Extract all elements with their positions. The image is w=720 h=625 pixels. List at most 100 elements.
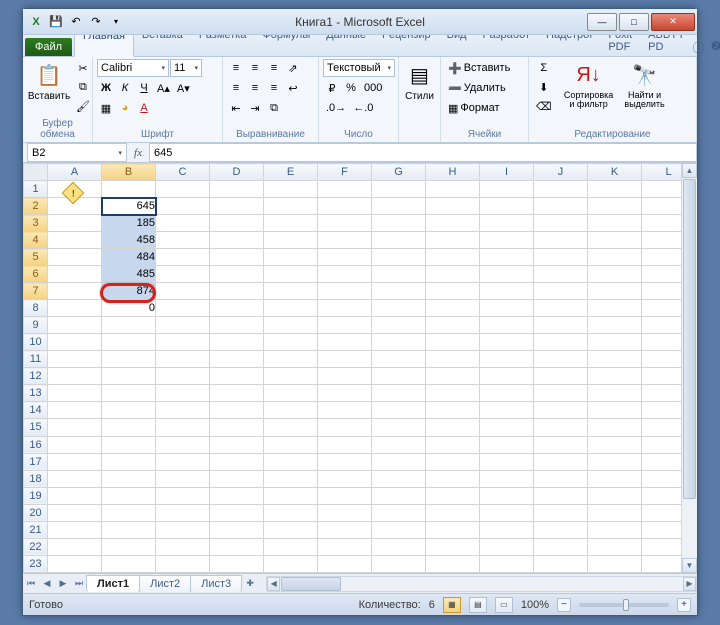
row-header-21[interactable]: 21 [24,521,48,538]
column-header-K[interactable]: K [588,164,642,181]
cell-E16[interactable] [264,436,318,453]
file-tab[interactable]: Файл [25,38,72,56]
column-header-B[interactable]: B [102,164,156,181]
horizontal-scroll-thumb[interactable] [281,577,341,591]
cell-D2[interactable] [210,198,264,215]
cell-F19[interactable] [318,487,372,504]
cell-G21[interactable] [372,521,426,538]
format-painter-icon[interactable]: 🖌 [73,97,93,115]
column-header-I[interactable]: I [480,164,534,181]
cell-G17[interactable] [372,453,426,470]
cell-C18[interactable] [156,470,210,487]
cell-G7[interactable] [372,283,426,300]
cell-D23[interactable] [210,555,264,572]
grow-font-icon[interactable]: A▴ [154,79,173,97]
row-header-1[interactable]: 1 [24,181,48,198]
vertical-scroll-thumb[interactable] [683,179,696,499]
cell-H1[interactable] [426,181,480,198]
cell-B2[interactable]: 645 [102,198,156,215]
cell-K8[interactable] [588,300,642,317]
increase-decimal-icon[interactable]: .0→ [323,99,349,117]
zoom-level[interactable]: 100% [521,599,549,611]
cell-F14[interactable] [318,402,372,419]
cell-J15[interactable] [534,419,588,436]
cell-G12[interactable] [372,368,426,385]
cell-G15[interactable] [372,419,426,436]
cell-C2[interactable] [156,198,210,215]
format-cells-button[interactable]: ▦Формат [445,99,502,117]
cell-J16[interactable] [534,436,588,453]
cell-J9[interactable] [534,317,588,334]
column-header-E[interactable]: E [264,164,318,181]
cell-J6[interactable] [534,266,588,283]
cell-E9[interactable] [264,317,318,334]
cell-A10[interactable] [48,334,102,351]
cell-A21[interactable] [48,521,102,538]
cell-J11[interactable] [534,351,588,368]
cell-F1[interactable] [318,181,372,198]
cell-B19[interactable] [102,487,156,504]
cell-B15[interactable] [102,419,156,436]
cell-G20[interactable] [372,504,426,521]
cell-D7[interactable] [210,283,264,300]
cell-G23[interactable] [372,555,426,572]
cell-E21[interactable] [264,521,318,538]
cell-K3[interactable] [588,215,642,232]
cell-J17[interactable] [534,453,588,470]
cell-H21[interactable] [426,521,480,538]
cell-A7[interactable] [48,283,102,300]
row-header-12[interactable]: 12 [24,368,48,385]
comma-icon[interactable]: 000 [361,79,385,97]
cell-H11[interactable] [426,351,480,368]
excel-icon[interactable]: X [27,13,45,31]
cell-F9[interactable] [318,317,372,334]
cell-J21[interactable] [534,521,588,538]
view-page-break-button[interactable]: ▭ [495,597,513,613]
cell-C15[interactable] [156,419,210,436]
cell-F6[interactable] [318,266,372,283]
cell-K21[interactable] [588,521,642,538]
decrease-indent-icon[interactable]: ⇤ [227,99,245,117]
cell-E13[interactable] [264,385,318,402]
cell-K5[interactable] [588,249,642,266]
cell-G6[interactable] [372,266,426,283]
cut-icon[interactable]: ✂ [73,59,93,77]
cell-A3[interactable] [48,215,102,232]
cell-H18[interactable] [426,470,480,487]
cell-B17[interactable] [102,453,156,470]
cell-J14[interactable] [534,402,588,419]
column-header-G[interactable]: G [372,164,426,181]
cell-D13[interactable] [210,385,264,402]
cell-J3[interactable] [534,215,588,232]
cell-K14[interactable] [588,402,642,419]
cell-K20[interactable] [588,504,642,521]
cell-F4[interactable] [318,232,372,249]
cell-D18[interactable] [210,470,264,487]
cell-K12[interactable] [588,368,642,385]
cell-C10[interactable] [156,334,210,351]
sheet-tab-лист2[interactable]: Лист2 [139,575,191,592]
cell-F17[interactable] [318,453,372,470]
row-header-5[interactable]: 5 [24,249,48,266]
qat-more-icon[interactable]: ▾ [107,13,125,31]
cell-B9[interactable] [102,317,156,334]
cell-J8[interactable] [534,300,588,317]
row-header-23[interactable]: 23 [24,555,48,572]
cell-D19[interactable] [210,487,264,504]
minimize-button[interactable]: — [587,13,617,31]
sheet-nav-first-icon[interactable]: ⏮ [23,576,39,592]
cell-I1[interactable] [480,181,534,198]
font-size-select[interactable]: 11▾ [170,59,202,77]
cell-C17[interactable] [156,453,210,470]
cell-D17[interactable] [210,453,264,470]
cell-B16[interactable] [102,436,156,453]
merge-icon[interactable]: ⧉ [265,99,283,117]
cell-H17[interactable] [426,453,480,470]
cell-B12[interactable] [102,368,156,385]
cell-F5[interactable] [318,249,372,266]
sheet-nav-next-icon[interactable]: ▶ [55,576,71,592]
cell-B11[interactable] [102,351,156,368]
cell-C23[interactable] [156,555,210,572]
cell-I23[interactable] [480,555,534,572]
cell-H2[interactable] [426,198,480,215]
